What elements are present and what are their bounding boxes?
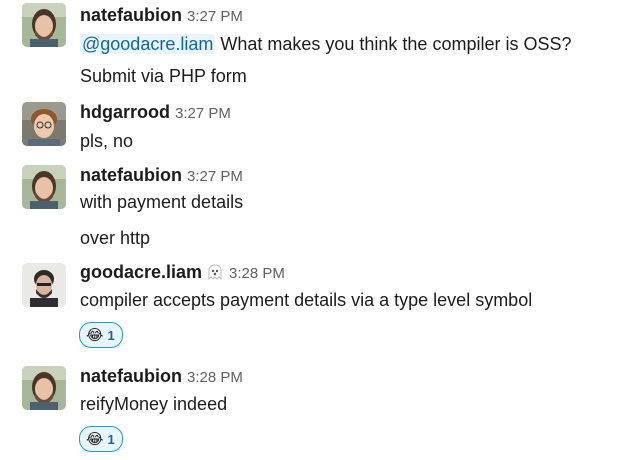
message-text: with payment details (80, 192, 244, 212)
avatar-natefaubion-image (22, 165, 66, 209)
message-text: over http (80, 228, 151, 248)
author-name[interactable]: hdgarrood (80, 102, 170, 122)
user-mention[interactable]: @goodacre.liam (80, 34, 216, 54)
avatar[interactable] (22, 263, 66, 307)
reaction-count: 1 (107, 431, 115, 447)
author-name[interactable]: natefaubion (80, 5, 182, 25)
reaction-count: 1 (107, 327, 115, 343)
ghost-icon[interactable] (206, 263, 224, 286)
avatar-natefaubion-image (22, 3, 66, 47)
message-text-body: What makes you think the compiler is OSS… (215, 34, 572, 54)
timestamp[interactable]: 3:27 PM (187, 168, 243, 185)
message-text: compiler accepts payment details via a t… (80, 290, 533, 310)
author-name[interactable]: goodacre.liam (80, 262, 202, 282)
reaction-button[interactable]: 😂 1 (79, 426, 123, 452)
avatar[interactable] (22, 102, 66, 146)
author-name[interactable]: natefaubion (80, 366, 182, 386)
avatar[interactable] (22, 3, 66, 47)
message-text: reifyMoney indeed (80, 394, 228, 414)
avatar-goodacre-liam-image (22, 263, 66, 307)
avatar-hdgarrood-image (22, 102, 66, 146)
reaction-button[interactable]: 😂 1 (79, 322, 123, 348)
joy-emoji: 😂 (86, 430, 104, 448)
avatar[interactable] (22, 366, 66, 410)
message-text: pls, no (80, 131, 134, 151)
avatar[interactable] (22, 165, 66, 209)
timestamp[interactable]: 3:27 PM (187, 8, 243, 25)
timestamp[interactable]: 3:28 PM (187, 369, 243, 386)
timestamp[interactable]: 3:28 PM (229, 265, 285, 282)
message-text: @goodacre.liam What makes you think the … (80, 34, 572, 55)
author-name[interactable]: natefaubion (80, 165, 182, 185)
timestamp[interactable]: 3:27 PM (175, 105, 231, 122)
joy-emoji: 😂 (86, 326, 104, 344)
message-text: Submit via PHP form (80, 66, 247, 86)
avatar-natefaubion-image (22, 366, 66, 410)
